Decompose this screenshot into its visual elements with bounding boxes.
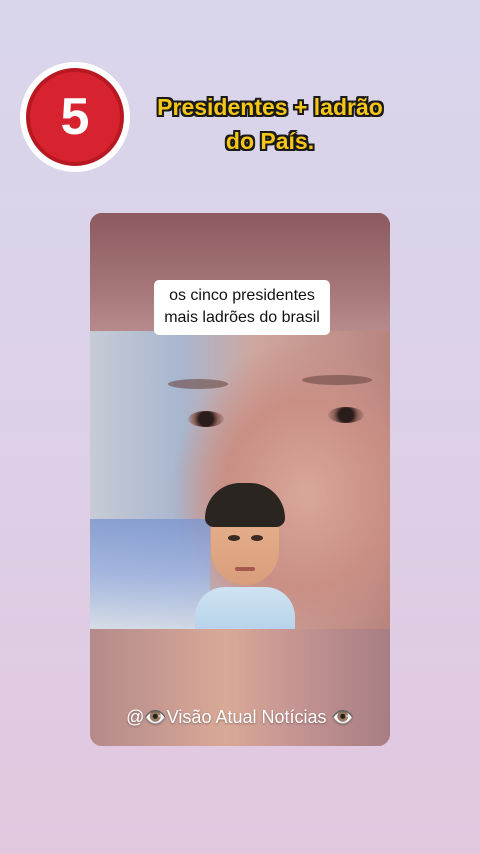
headline-line-2: do País. <box>225 128 315 154</box>
eye-left <box>188 411 224 427</box>
presenter-eye-left <box>228 535 240 541</box>
rank-badge: 5 <box>20 62 130 172</box>
background-figure <box>90 519 210 629</box>
video-caption: os cinco presidentes mais ladrões do bra… <box>154 280 330 335</box>
headline: Presidentes + ladrão do País. <box>138 90 402 158</box>
channel-watermark: @👁️Visão Atual Notícias 👁️ <box>126 707 354 727</box>
rank-number: 5 <box>60 88 90 146</box>
caption-line-2: mais ladrões do brasil <box>164 309 320 326</box>
presenter-mouth <box>235 567 255 571</box>
presenter-eye-right <box>251 535 263 541</box>
video-card[interactable]: os cinco presidentes mais ladrões do bra… <box>90 213 390 746</box>
rank-badge-circle: 5 <box>26 68 124 166</box>
eye-right <box>328 407 364 423</box>
brow-right <box>302 375 372 385</box>
brow-left <box>168 379 228 389</box>
presenter-shirt <box>195 587 295 629</box>
headline-line-1: Presidentes + ladrão <box>157 94 383 120</box>
presenter-avatar <box>195 483 295 629</box>
presenter-hair <box>205 483 285 527</box>
caption-line-1: os cinco presidentes <box>169 287 315 304</box>
